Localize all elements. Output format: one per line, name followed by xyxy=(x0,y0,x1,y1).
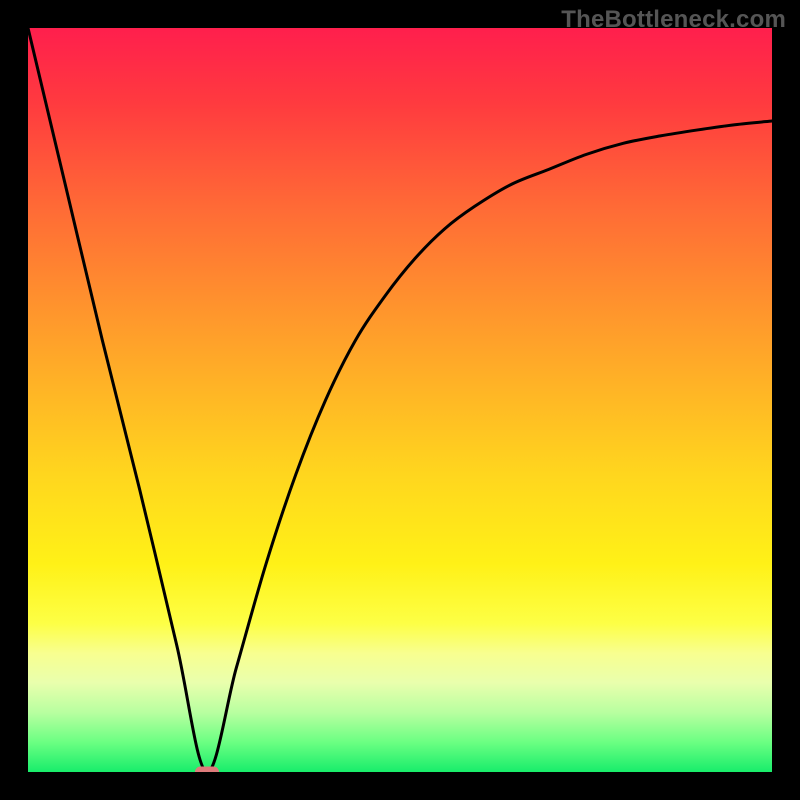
bottleneck-curve-path xyxy=(28,28,772,772)
plot-area xyxy=(28,28,772,772)
curve-svg xyxy=(28,28,772,772)
optimal-marker xyxy=(195,767,219,773)
chart-frame: TheBottleneck.com xyxy=(0,0,800,800)
